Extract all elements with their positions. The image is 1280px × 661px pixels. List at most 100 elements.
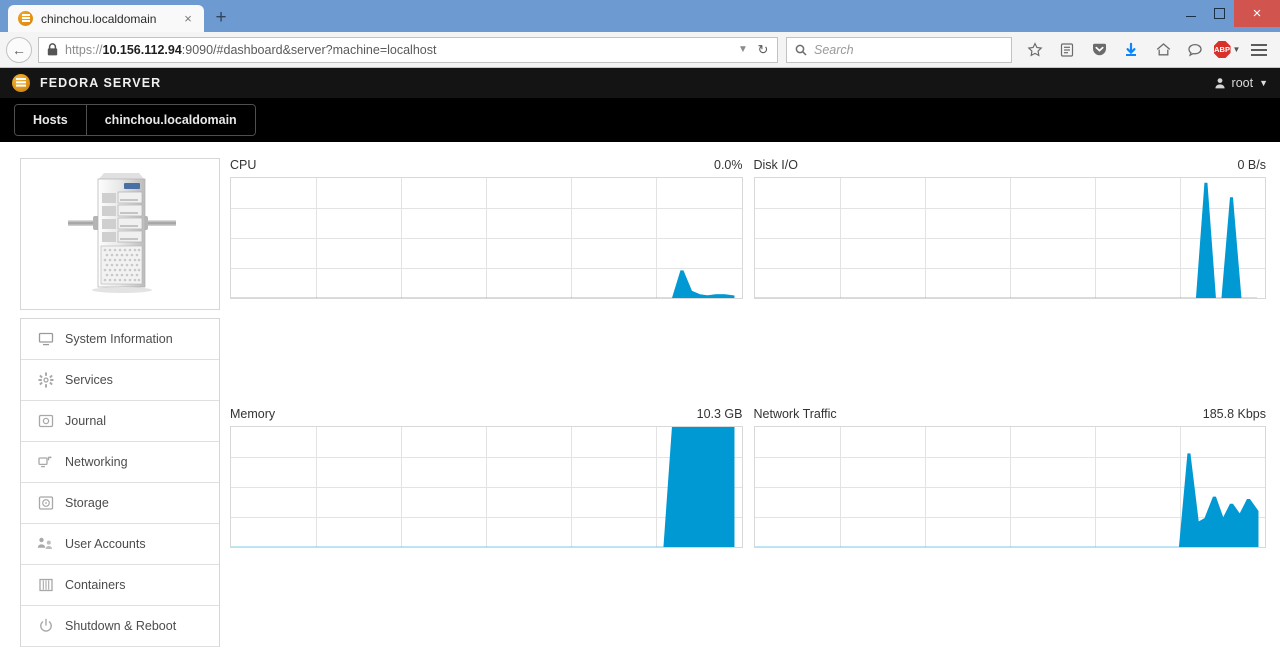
tab-hosts[interactable]: Hosts (15, 105, 86, 135)
chart-header: Memory 10.3 GB (230, 407, 743, 426)
home-icon[interactable] (1148, 36, 1178, 64)
app-nav: Hosts chinchou.localdomain (0, 98, 1280, 142)
sidebar-item-label: System Information (65, 332, 173, 346)
network-icon (37, 454, 54, 471)
chart-title: CPU (230, 158, 257, 172)
menu-icon[interactable] (1244, 36, 1274, 64)
close-icon[interactable]: × (180, 11, 196, 27)
chevron-down-icon[interactable]: ▼ (1233, 45, 1241, 54)
lock-icon (47, 43, 58, 56)
chart-title: Disk I/O (753, 158, 798, 172)
browser-tab[interactable]: chinchou.localdomain × (8, 5, 204, 32)
chart-value: 185.8 Kbps (1202, 406, 1266, 421)
chart-header: Disk I/O 0 B/s (754, 158, 1267, 177)
chart-series (231, 426, 735, 547)
sidebar-item-journal[interactable]: Journal (21, 401, 219, 442)
tab-host-chinchou[interactable]: chinchou.localdomain (85, 105, 255, 135)
charts-grid: CPU 0.0% Disk I/O 0 B/s Memory 10.3 GB N… (230, 158, 1266, 647)
user-menu[interactable]: root ▼ (1214, 76, 1268, 90)
chart-memory: Memory 10.3 GB (230, 407, 743, 648)
bookmark-star-icon[interactable] (1020, 36, 1050, 64)
sidebar-item-label: Containers (65, 578, 126, 592)
chart-series (754, 182, 1257, 298)
sidebar-item-system-information[interactable]: System Information (21, 319, 219, 360)
sidebar-item-label: Networking (65, 455, 128, 469)
fedora-icon (18, 11, 33, 26)
sidebar-item-label: Journal (65, 414, 106, 428)
chart-disk-io: Disk I/O 0 B/s (753, 158, 1267, 399)
chart-series (231, 270, 735, 298)
sidebar-item-label: Storage (65, 496, 109, 510)
back-icon[interactable]: ← (6, 36, 32, 63)
tab-title: chinchou.localdomain (41, 11, 157, 26)
gear-icon (37, 372, 54, 389)
chart-header: CPU 0.0% (230, 158, 743, 177)
reader-list-icon[interactable] (1052, 36, 1082, 64)
browser-navbar: ← https://10.156.112.94:9090/#dashboard&… (0, 32, 1280, 68)
user-name: root (1231, 76, 1254, 90)
browser-window: chinchou.localdomain × + × ← https://10.… (0, 0, 1280, 661)
restore-icon[interactable] (1205, 0, 1234, 27)
sidebar-item-storage[interactable]: Storage (21, 483, 219, 524)
nav-tab-group: Hosts chinchou.localdomain (14, 104, 256, 136)
chart-value: 0 B/s (1237, 158, 1267, 172)
chart-title: Network Traffic (753, 406, 837, 421)
monitor-icon (37, 331, 54, 348)
sidebar-item-label: Services (65, 373, 113, 387)
chart-canvas[interactable] (230, 425, 743, 548)
cockpit-app: FEDORA SERVER root ▼ Hosts chinchou.loca… (0, 68, 1280, 657)
abp-badge: ABP (1213, 41, 1231, 58)
sidebar: System Information Services Journal Netw… (20, 158, 220, 647)
reload-icon[interactable]: ↻ (753, 42, 773, 58)
app-header: FEDORA SERVER root ▼ (0, 68, 1280, 98)
chart-series (754, 452, 1258, 547)
new-tab-button[interactable]: + (207, 6, 235, 32)
sidebar-item-shutdown-reboot[interactable]: Shutdown & Reboot (21, 606, 219, 647)
search-input[interactable]: Search (786, 36, 1012, 63)
chart-title: Memory (230, 406, 276, 421)
chart-value: 10.3 GB (696, 406, 743, 421)
users-icon (37, 536, 54, 553)
chart-canvas[interactable] (753, 177, 1266, 299)
journal-icon (37, 413, 54, 430)
sidebar-item-networking[interactable]: Networking (21, 442, 219, 483)
power-icon (37, 618, 54, 635)
url-text: https://10.156.112.94:9090/#dashboard&se… (65, 42, 437, 57)
search-icon (795, 44, 807, 56)
user-icon (1214, 78, 1225, 89)
download-icon[interactable] (1116, 36, 1146, 64)
sidebar-item-label: Shutdown & Reboot (65, 619, 177, 633)
chevron-down-icon[interactable]: ▼ (733, 44, 753, 55)
address-bar[interactable]: https://10.156.112.94:9090/#dashboard&se… (38, 36, 778, 63)
sidebar-menu: System Information Services Journal Netw… (20, 318, 220, 647)
content-area: System Information Services Journal Netw… (0, 142, 1280, 647)
hamburger-lines (1251, 43, 1267, 56)
chart-cpu: CPU 0.0% (230, 158, 743, 399)
window-controls: × (1176, 0, 1280, 27)
server-image-box (20, 158, 220, 310)
storage-disk-icon (37, 495, 54, 512)
chart-canvas[interactable] (230, 177, 743, 299)
brand: FEDORA SERVER (12, 74, 161, 92)
close-icon[interactable]: × (1234, 0, 1280, 27)
sync-chat-icon[interactable] (1180, 36, 1210, 64)
sidebar-item-containers[interactable]: Containers (21, 565, 219, 606)
chart-value: 0.0% (714, 158, 743, 172)
containers-icon (37, 577, 54, 594)
chevron-down-icon[interactable]: ▼ (1259, 78, 1268, 88)
chart-canvas[interactable] (753, 425, 1266, 548)
minimize-icon[interactable] (1176, 0, 1205, 27)
sidebar-item-services[interactable]: Services (21, 360, 219, 401)
search-placeholder: Search (814, 42, 854, 57)
tab-strip: chinchou.localdomain × + (0, 0, 235, 32)
brand-title: FEDORA SERVER (40, 76, 162, 90)
fedora-logo-icon (12, 74, 30, 92)
chart-header: Network Traffic 185.8 Kbps (754, 407, 1267, 426)
adblock-plus-icon[interactable]: ABP ▼ (1212, 36, 1242, 64)
server-tower-illustration (68, 173, 176, 293)
browser-titlebar: chinchou.localdomain × + × (0, 0, 1280, 32)
sidebar-item-user-accounts[interactable]: User Accounts (21, 524, 219, 565)
pocket-icon[interactable] (1084, 36, 1114, 64)
sidebar-item-label: User Accounts (65, 537, 146, 551)
chart-network-traffic: Network Traffic 185.8 Kbps (753, 407, 1267, 648)
